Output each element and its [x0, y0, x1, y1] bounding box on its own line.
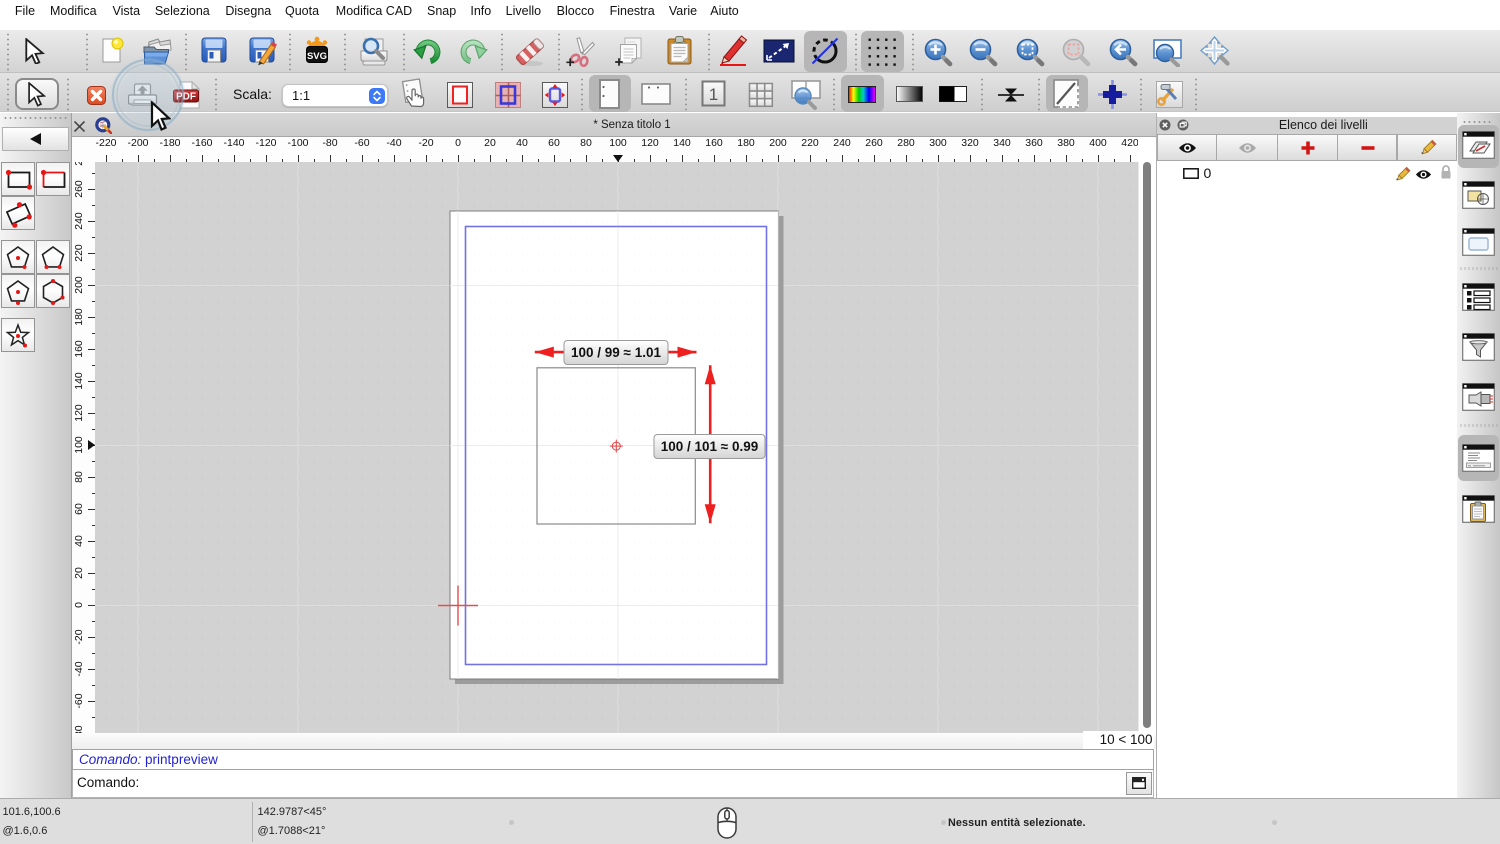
- svg-text:100 / 101 ≈ 0.99: 100 / 101 ≈ 0.99: [661, 439, 759, 454]
- svg-text:1: 1: [709, 85, 718, 104]
- svg-text:100 / 99 ≈ 1.01: 100 / 99 ≈ 1.01: [571, 345, 661, 360]
- svg-text:SVG: SVG: [307, 51, 327, 62]
